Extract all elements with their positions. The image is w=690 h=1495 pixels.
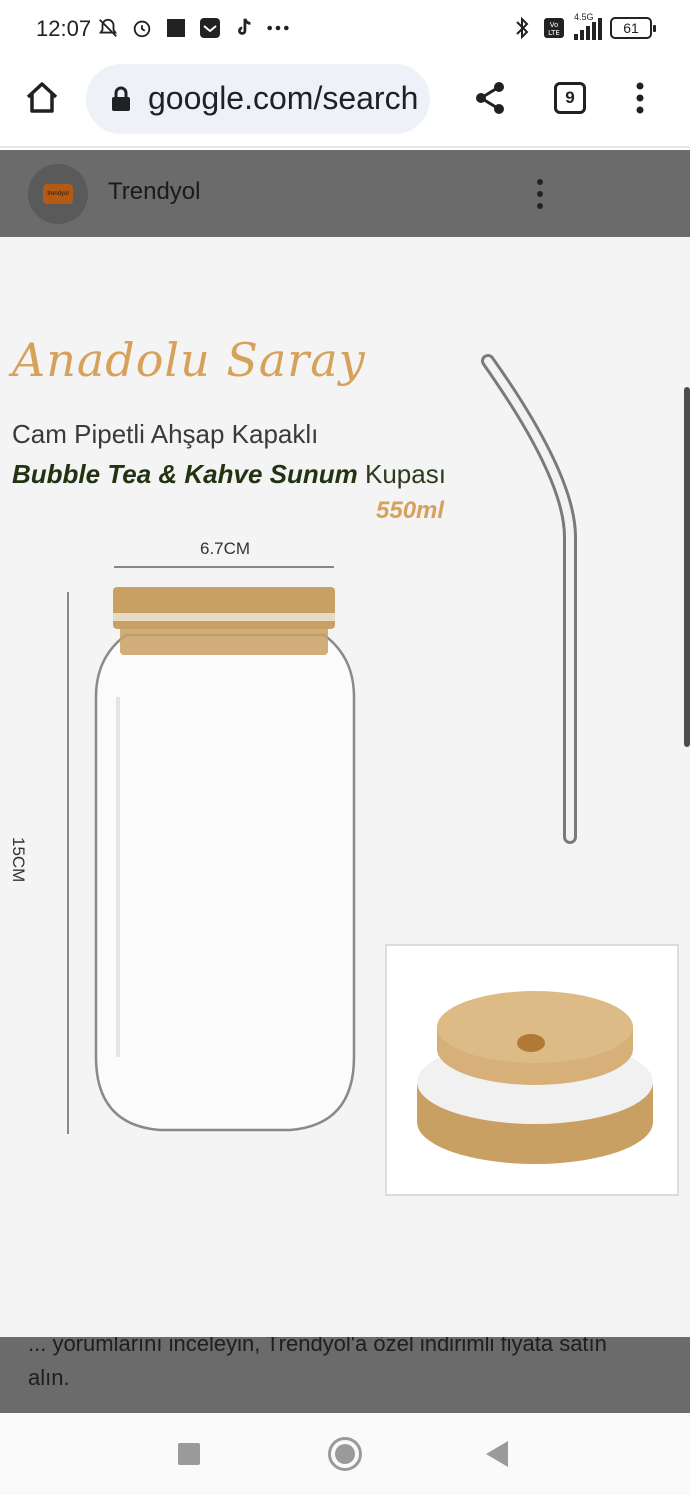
url-bar[interactable]: google.com/search [86, 64, 430, 134]
tab-switcher-button[interactable]: 9 [554, 82, 586, 114]
scrollbar[interactable] [684, 387, 690, 747]
result-more-button[interactable] [530, 176, 550, 212]
result-header: trendyol Trendyol [0, 150, 690, 237]
bell-off-icon [96, 16, 120, 40]
home-button[interactable] [22, 78, 62, 118]
tiktok-icon [232, 16, 256, 40]
recents-button[interactable] [178, 1443, 200, 1465]
more-vertical-icon [537, 179, 543, 209]
url-text: google.com/search [148, 80, 418, 116]
browser-toolbar: google.com/search 9 [0, 60, 690, 148]
svg-text:LTE: LTE [548, 29, 560, 37]
battery-indicator: 61 [610, 17, 656, 39]
back-button[interactable] [486, 1441, 508, 1467]
height-dimension-label: 15CM [9, 837, 28, 883]
share-button[interactable] [472, 78, 508, 118]
result-snippet: ... yorumlarını inceleyin, Trendyol'a öz… [0, 1337, 690, 1413]
system-navigation-bar [0, 1413, 690, 1495]
home-circle-icon [335, 1444, 355, 1464]
mail-icon [198, 16, 222, 40]
status-time: 12:07 [36, 16, 92, 41]
alarm-icon [130, 16, 154, 40]
system-icons: Vo LTE 4.5G 61 [510, 12, 656, 40]
site-logo[interactable]: trendyol [28, 164, 88, 224]
square-icon [164, 16, 188, 40]
notification-icons [96, 16, 290, 40]
snippet-text: ... yorumlarını inceleyin, Trendyol'a öz… [28, 1337, 607, 1390]
volte-icon: Vo LTE [542, 16, 566, 40]
home-nav-button[interactable] [328, 1437, 362, 1471]
more-vertical-icon [636, 82, 644, 114]
more-dots-icon [266, 16, 290, 40]
svg-text:Vo: Vo [550, 21, 559, 29]
site-name[interactable]: Trendyol [108, 178, 200, 206]
signal-icon: 4.5G [574, 12, 602, 40]
product-image[interactable]: Anadolu Saray Cam Pipetli Ahşap Kapaklı … [0, 237, 690, 1337]
lock-icon [112, 86, 130, 111]
site-logo-text: trendyol [43, 184, 73, 204]
home-icon [26, 82, 58, 113]
browser-menu-button[interactable] [628, 78, 652, 118]
share-icon [476, 82, 504, 114]
bluetooth-icon [510, 16, 534, 40]
status-bar: 12:07 Vo LTE 4.5G 61 [0, 0, 690, 60]
network-type: 4.5G [574, 12, 594, 22]
product-illustration [67, 354, 679, 1196]
